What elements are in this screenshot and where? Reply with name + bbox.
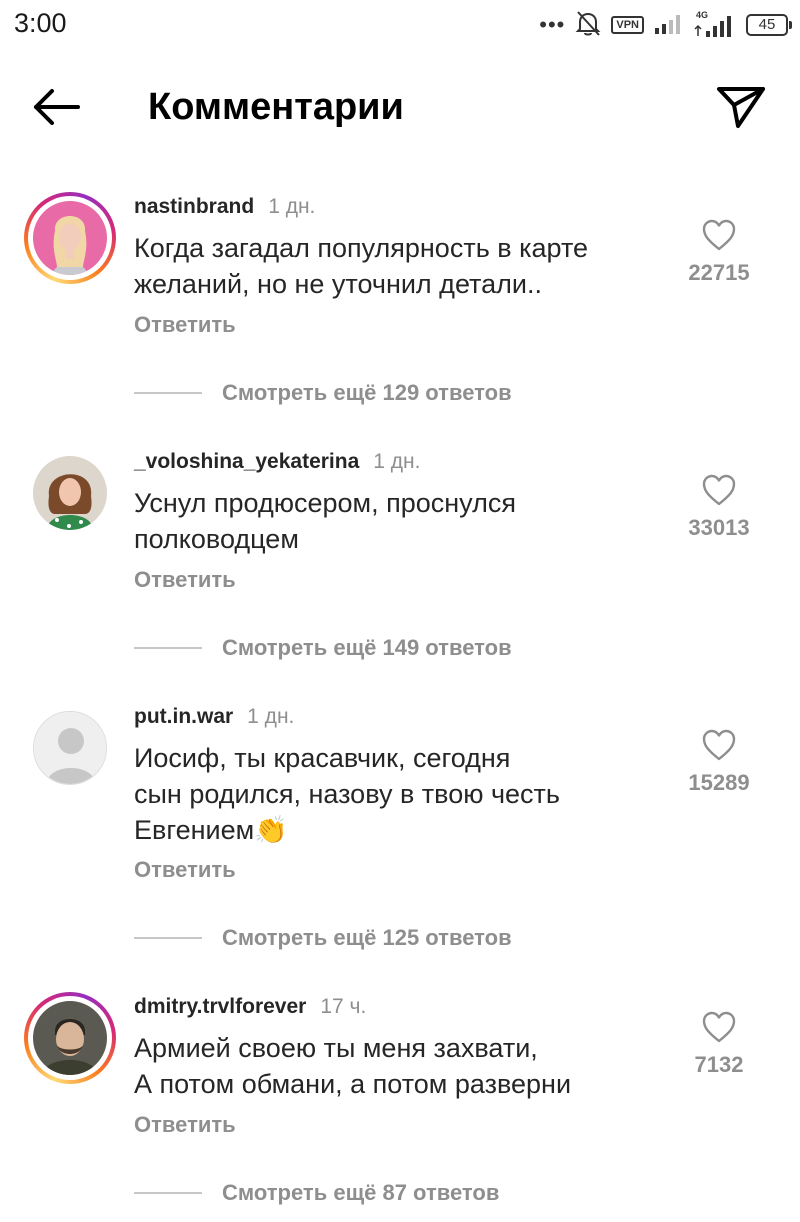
- view-replies-text: Смотреть ещё 87 ответов: [222, 1180, 500, 1205]
- view-replies-button[interactable]: Смотреть ещё 129 ответов: [134, 380, 512, 406]
- comment-text: Когда загадал популярность в карте желан…: [134, 233, 589, 299]
- like-count: 33013: [688, 515, 750, 540]
- back-button[interactable]: [28, 84, 84, 130]
- vpn-icon: VPN: [611, 16, 644, 34]
- comment-time: 17 ч.: [320, 995, 367, 1018]
- comment-meta: _voloshina_yekaterina 1 дн.: [134, 447, 420, 477]
- like-group: 15289: [674, 728, 764, 796]
- comment-item: put.in.war 1 дн. Иосиф, ты красавчик, сег…: [0, 692, 800, 950]
- reply-button[interactable]: Ответить: [134, 857, 236, 883]
- comment-text: Уснул продюсером, проснулся полководцем: [134, 488, 516, 554]
- view-replies-text: Смотреть ещё 149 ответов: [222, 635, 512, 660]
- signal-4g-icon: 4G: [694, 10, 736, 38]
- avatar: [33, 1001, 107, 1075]
- heart-icon[interactable]: [701, 473, 737, 507]
- comment-time: 1 дн.: [247, 705, 295, 728]
- divider-line: [134, 392, 202, 394]
- bell-muted-icon: [575, 9, 601, 42]
- like-group: 7132: [674, 1010, 764, 1078]
- clapping-hands-emoji: 👏: [254, 815, 288, 845]
- comment-meta: dmitry.trvlforever 17 ч.: [134, 992, 366, 1022]
- comment-username[interactable]: nastinbrand: [134, 195, 254, 218]
- comment-time: 1 дн.: [373, 450, 421, 473]
- battery-level: 45: [746, 14, 788, 36]
- comment-text: Иосиф, ты красавчик, сегодня сын родился…: [134, 740, 654, 848]
- reply-button[interactable]: Ответить: [134, 567, 236, 593]
- avatar-container[interactable]: [24, 447, 116, 539]
- heart-icon[interactable]: [701, 728, 737, 762]
- status-bar: 3:00 ••• VPN 4G 45: [0, 0, 800, 52]
- reply-button[interactable]: Ответить: [134, 312, 236, 338]
- avatar: [33, 201, 107, 275]
- comment-text: Армией своею ты меня захвати, А потом об…: [134, 1033, 572, 1099]
- comment-meta: put.in.war 1 дн.: [134, 702, 294, 732]
- view-replies-text: Смотреть ещё 125 ответов: [222, 925, 512, 950]
- paper-plane-icon: [717, 87, 765, 128]
- comment-item: nastinbrand 1 дн. Когда загадал популярно…: [0, 182, 800, 422]
- comment-meta: nastinbrand 1 дн.: [134, 192, 315, 222]
- battery-tip: [789, 21, 792, 29]
- reply-button[interactable]: Ответить: [134, 1112, 236, 1138]
- comment-item: _voloshina_yekaterina 1 дн. Уснул продюсе…: [0, 437, 800, 677]
- status-time: 3:00: [14, 8, 67, 38]
- divider-line: [134, 937, 202, 939]
- avatar-container[interactable]: [24, 702, 116, 794]
- heart-icon[interactable]: [701, 1010, 737, 1044]
- heart-icon[interactable]: [701, 218, 737, 252]
- view-replies-button[interactable]: Смотреть ещё 87 ответов: [134, 1180, 499, 1206]
- avatar-container[interactable]: [24, 192, 116, 284]
- view-replies-button[interactable]: Смотреть ещё 149 ответов: [134, 635, 512, 661]
- comment-text-body: Иосиф, ты красавчик, сегодня сын родился…: [134, 743, 560, 845]
- status-icons: ••• VPN 4G 45: [539, 10, 792, 40]
- comment-username[interactable]: put.in.war: [134, 705, 233, 728]
- share-button[interactable]: [714, 82, 768, 132]
- avatar-container[interactable]: [24, 992, 116, 1084]
- dots-icon: •••: [539, 12, 566, 37]
- like-count: 7132: [694, 1052, 744, 1077]
- comment-username[interactable]: dmitry.trvlforever: [134, 995, 306, 1018]
- divider-line: [134, 1192, 202, 1194]
- default-avatar-icon: [34, 712, 106, 784]
- like-count: 22715: [688, 260, 750, 285]
- arrow-left-icon: [34, 89, 80, 125]
- avatar: [33, 711, 107, 785]
- page-title: Комментарии: [148, 86, 404, 128]
- view-replies-button[interactable]: Смотреть ещё 125 ответов: [134, 925, 512, 951]
- like-group: 22715: [674, 218, 764, 286]
- comment-username[interactable]: _voloshina_yekaterina: [134, 450, 359, 473]
- like-group: 33013: [674, 473, 764, 541]
- view-replies-text: Смотреть ещё 129 ответов: [222, 380, 512, 405]
- comment-time: 1 дн.: [268, 195, 316, 218]
- battery-icon: 45: [746, 14, 792, 36]
- signal-icon: [654, 12, 684, 39]
- like-count: 15289: [688, 770, 750, 795]
- divider-line: [134, 647, 202, 649]
- header: Комментарии: [0, 62, 800, 152]
- comment-item: dmitry.trvlforever 17 ч. Армией своею ты …: [0, 982, 800, 1222]
- avatar: [33, 456, 107, 530]
